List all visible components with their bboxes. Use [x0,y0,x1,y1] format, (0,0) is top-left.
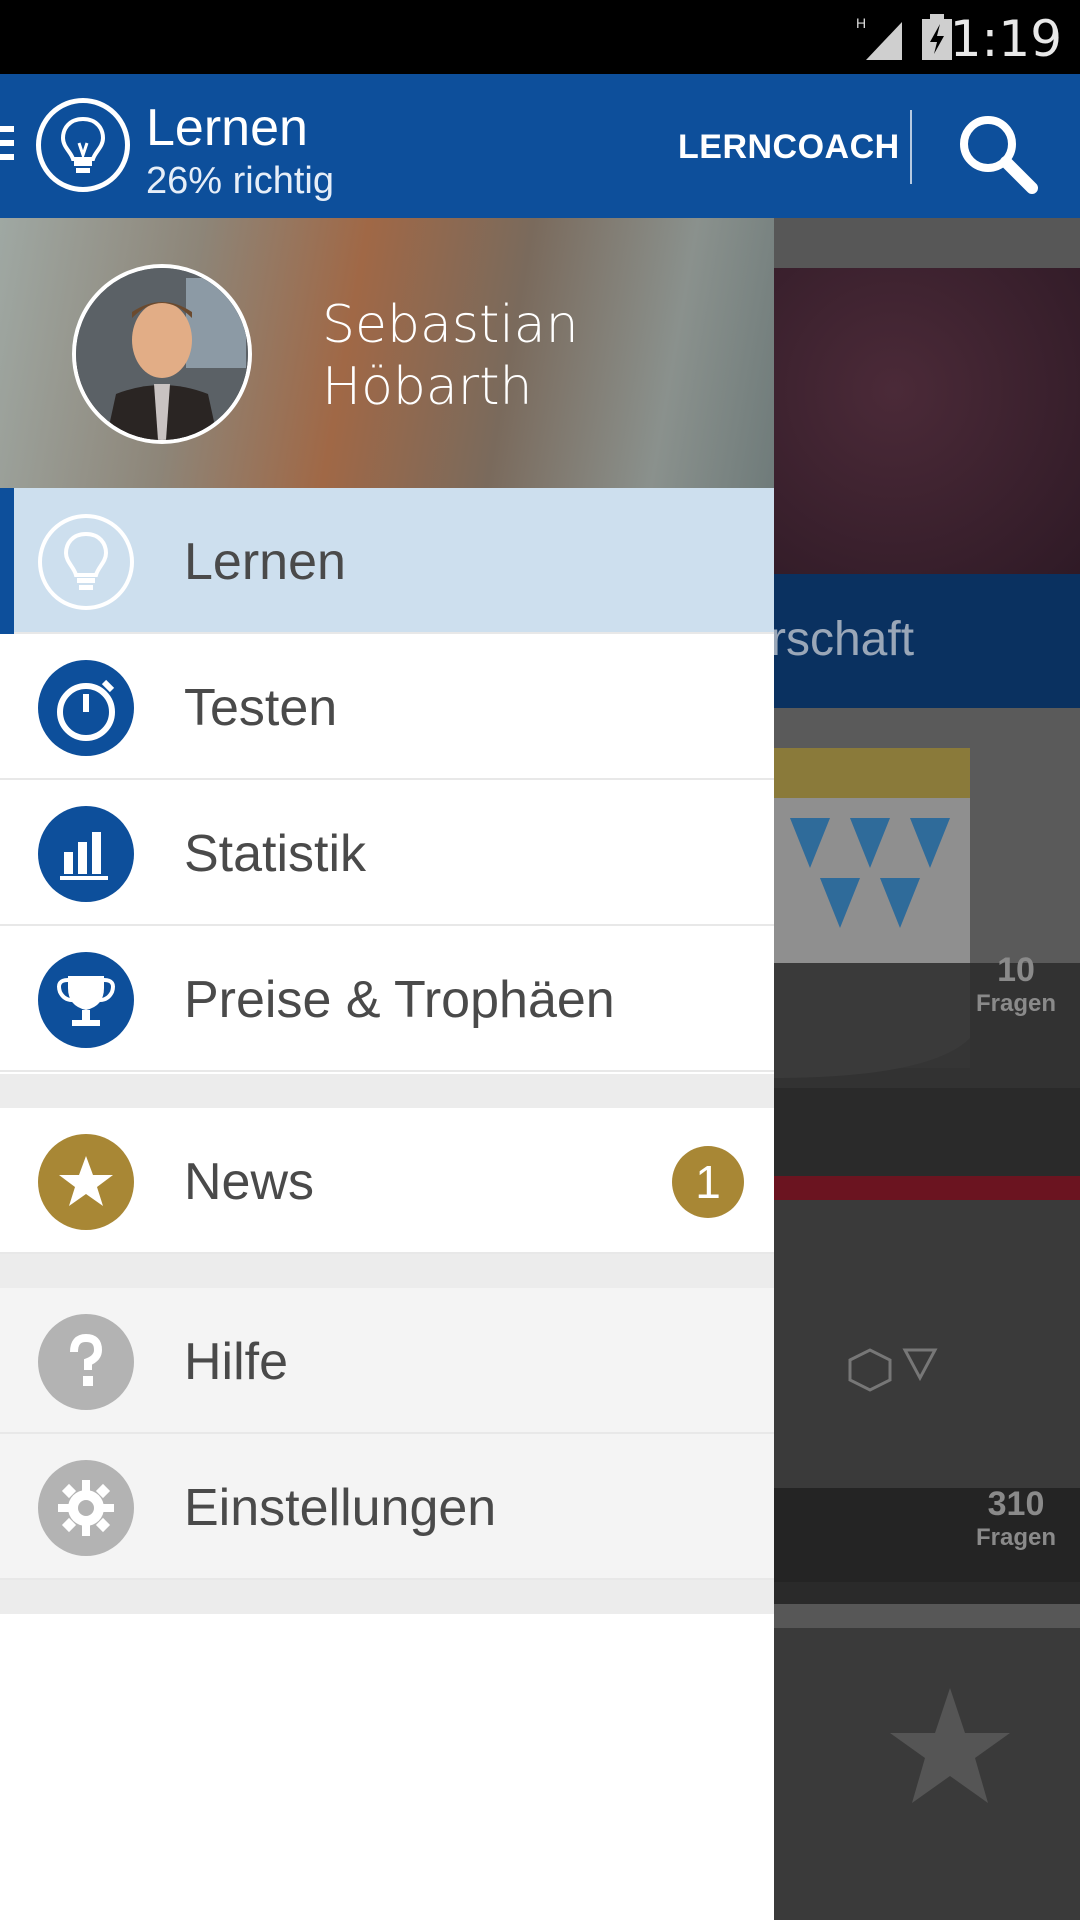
bar-chart-icon [38,806,134,902]
svg-text:H: H [856,15,866,31]
drawer-item-label: Testen [184,679,338,737]
profile-name: Sebastian Höbarth [322,294,579,418]
lerncoach-button[interactable]: LERNCOACH [678,128,900,167]
battery-icon [922,14,952,60]
drawer-item-testen[interactable]: Testen [0,634,774,780]
content-divider [770,218,1080,268]
clock: 1:19 [949,10,1062,68]
page-title: Lernen [146,99,308,157]
drawer-item-einstellungen[interactable]: Einstellungen [0,1434,774,1580]
category-header[interactable]: rschaft [770,574,1080,708]
red-divider [770,1176,1080,1200]
navigation-drawer: Sebastian Höbarth Lernen Testen Statisti… [0,218,774,1920]
category-title: rschaft [770,613,915,666]
search-icon[interactable] [952,108,1042,198]
category-image [770,268,1080,574]
drawer-item-label: News [184,1153,315,1211]
question-count: 10 Fragen [975,951,1056,1017]
content-divider [770,1604,1080,1628]
drawer-item-lernen[interactable]: Lernen [0,488,774,634]
status-bar: H 1:19 [0,0,1080,74]
drawer-section-separator [0,1254,774,1288]
profile-first-name: Sebastian [322,295,579,355]
active-indicator [0,488,14,634]
drawer-item-label: Lernen [184,533,346,591]
drawer-item-news[interactable]: News 1 [0,1108,774,1254]
lightbulb-icon[interactable] [36,98,130,192]
trophy-icon [38,952,134,1048]
drawer-item-statistik[interactable]: Statistik [0,780,774,926]
page-subtitle: 26% richtig [146,160,334,202]
drawer-item-hilfe[interactable]: Hilfe [0,1288,774,1434]
lightbulb-icon [38,514,134,610]
drawer-item-preise-trophaeen[interactable]: Preise & Trophäen [0,926,774,1072]
news-badge: 1 [672,1146,744,1218]
app-bar: Lernen 26% richtig LERNCOACH [0,74,1080,218]
drawer-section-separator [0,1074,774,1108]
drawer-item-label: Statistik [184,825,367,883]
category-card[interactable]: 310 Fragen [770,1200,1080,1582]
drawer-section-separator [0,1580,774,1614]
stopwatch-icon [38,660,134,756]
star-icon [38,1134,134,1230]
profile-last-name: Höbarth [322,357,533,417]
category-image [770,1628,1080,1920]
drawer-item-label: Hilfe [184,1333,289,1391]
signal-icon: H [856,15,902,60]
question-icon [38,1314,134,1410]
gear-icon [38,1460,134,1556]
avatar[interactable] [72,264,252,444]
toolbar-divider [910,110,912,184]
coat-of-arms-image [770,748,1080,1088]
category-card[interactable]: 10 Fragen [770,708,1080,1088]
menu-icon[interactable] [0,126,14,166]
drawer-item-label: Preise & Trophäen [184,971,615,1029]
profile-header[interactable]: Sebastian Höbarth [0,218,774,488]
question-count: 310 Fragen [975,1485,1056,1551]
drawer-item-label: Einstellungen [184,1479,497,1537]
